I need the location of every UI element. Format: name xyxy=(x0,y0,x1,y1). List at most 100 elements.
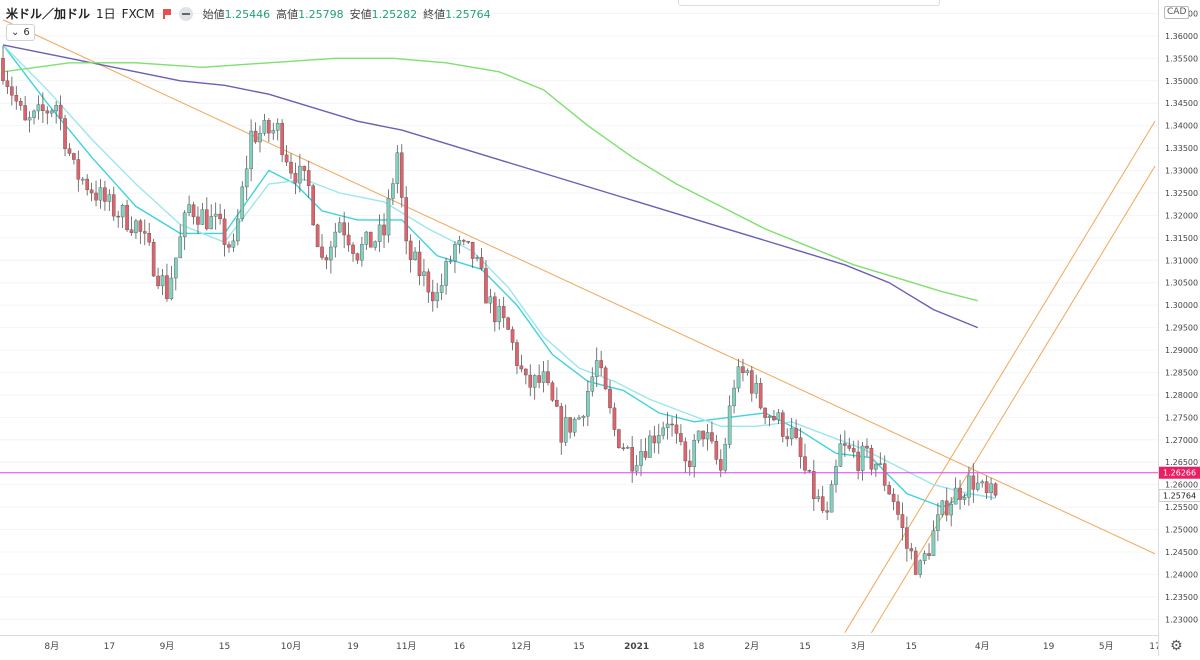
price-tick-label: 1.26000 xyxy=(1165,481,1198,490)
candle-body xyxy=(887,485,891,495)
candle-body xyxy=(475,257,479,259)
candle-body xyxy=(293,172,298,184)
candle-body xyxy=(989,483,993,494)
candle-body xyxy=(847,445,852,449)
candle-body xyxy=(524,368,528,376)
time-tick-label: 2021 xyxy=(624,642,649,652)
candle-body xyxy=(630,447,634,472)
candle-body xyxy=(58,104,63,119)
candle-body xyxy=(289,161,293,174)
indicators-toggle[interactable]: ⌄ 6 xyxy=(6,24,35,41)
candle-body xyxy=(905,527,909,549)
candle-body xyxy=(971,475,976,490)
candle-body xyxy=(14,95,19,102)
candle-body xyxy=(240,186,245,220)
candle-body xyxy=(608,388,612,409)
time-tick-label: 11月 xyxy=(396,641,416,652)
symbol-name[interactable]: 米ドル／加ドル xyxy=(6,5,90,22)
candle-body xyxy=(196,216,200,225)
candle-body xyxy=(89,189,94,194)
candle-body xyxy=(23,105,27,121)
candle-body xyxy=(785,436,790,440)
price-axis[interactable]: 1.365001.360001.355001.350001.345001.340… xyxy=(1158,0,1200,656)
candle-body xyxy=(506,317,510,330)
price-tick-label: 1.31500 xyxy=(1165,234,1198,243)
candle-body xyxy=(980,481,984,484)
candle-body xyxy=(772,416,776,421)
candle-body xyxy=(236,218,240,242)
time-tick-label: 12月 xyxy=(511,641,531,652)
grid xyxy=(0,12,1158,620)
candle-body xyxy=(767,416,772,418)
time-tick-label: 9月 xyxy=(160,641,175,652)
candle-body xyxy=(776,412,781,421)
price-tick-label: 1.24500 xyxy=(1165,548,1198,557)
flag-icon[interactable] xyxy=(162,8,171,19)
gear-icon[interactable]: ⚙ xyxy=(1170,638,1183,654)
hline-price-label: 1.26266 xyxy=(1163,469,1196,478)
candle-body xyxy=(816,496,821,500)
ohlc-open: 始値1.25446 xyxy=(202,7,271,21)
trendlines xyxy=(2,19,1156,634)
ohlc-low: 安値1.25282 xyxy=(349,7,418,21)
candle-body xyxy=(368,231,373,248)
candle-body xyxy=(386,198,391,236)
candle-body xyxy=(27,117,32,121)
currency-badge[interactable]: CAD xyxy=(1164,6,1190,19)
candle-body xyxy=(993,483,998,496)
minus-icon[interactable] xyxy=(178,6,193,21)
candle-body xyxy=(67,148,72,154)
moving-average-line xyxy=(2,57,978,302)
time-tick-label: 17 xyxy=(1149,642,1158,652)
candle-body xyxy=(417,251,422,276)
candle-body xyxy=(639,451,643,466)
candle-body xyxy=(949,503,953,516)
candle-body xyxy=(413,251,417,260)
candle-body xyxy=(298,165,302,184)
candle-body xyxy=(275,123,280,131)
candle-body xyxy=(896,501,900,515)
price-tick-label: 1.23000 xyxy=(1165,615,1198,624)
candle-body xyxy=(922,553,927,561)
time-axis: 8月 17 9月 15 10月 19 11月 16 12月 15 2021 18 2月 15 3月 15 4月 1… xyxy=(44,641,1158,652)
candle-body xyxy=(714,440,719,460)
candle-body xyxy=(882,463,887,486)
candle-body xyxy=(315,224,320,248)
candle-body xyxy=(231,240,236,248)
time-tick-label: 16 xyxy=(454,642,466,652)
candle-body xyxy=(165,275,169,299)
candle-body xyxy=(962,497,967,500)
candle-body xyxy=(271,130,276,134)
candle-body xyxy=(590,376,595,392)
candle-body xyxy=(324,257,329,261)
candle-body xyxy=(519,365,524,370)
candle-body xyxy=(807,469,812,472)
time-tick-label: 8月 xyxy=(44,641,59,652)
top-popup xyxy=(678,0,940,6)
timeframe[interactable]: 1日 xyxy=(96,5,116,22)
candle-body xyxy=(45,110,50,114)
time-tick-label: 15 xyxy=(573,642,584,652)
indicator-count: 6 xyxy=(23,27,30,38)
candle-body xyxy=(550,382,555,401)
candle-body xyxy=(205,209,209,230)
price-tick-label: 1.32500 xyxy=(1165,189,1198,198)
candle-body xyxy=(665,423,670,429)
candle-body xyxy=(191,204,196,218)
candle-body xyxy=(532,375,537,388)
candle-body xyxy=(342,222,346,236)
candle-body xyxy=(111,194,116,217)
chevron-down-icon: ⌄ xyxy=(11,27,20,38)
candle-body xyxy=(541,371,546,383)
price-tick-label: 1.29000 xyxy=(1165,346,1198,355)
time-tick-label: 19 xyxy=(1043,642,1055,652)
candle-body xyxy=(391,183,395,199)
current-price-label: 1.25764 xyxy=(1163,491,1196,500)
candle-body xyxy=(244,168,249,188)
chart-area[interactable]: 8月 17 9月 15 10月 19 11月 16 12月 15 2021 18 2月 15 3月 15 4月 1… xyxy=(0,0,1158,656)
candle-body xyxy=(280,123,284,156)
price-tick-label: 1.25000 xyxy=(1165,526,1198,535)
candle-body xyxy=(546,371,550,384)
price-tick-label: 1.31000 xyxy=(1165,256,1198,265)
candle-body xyxy=(258,133,262,143)
